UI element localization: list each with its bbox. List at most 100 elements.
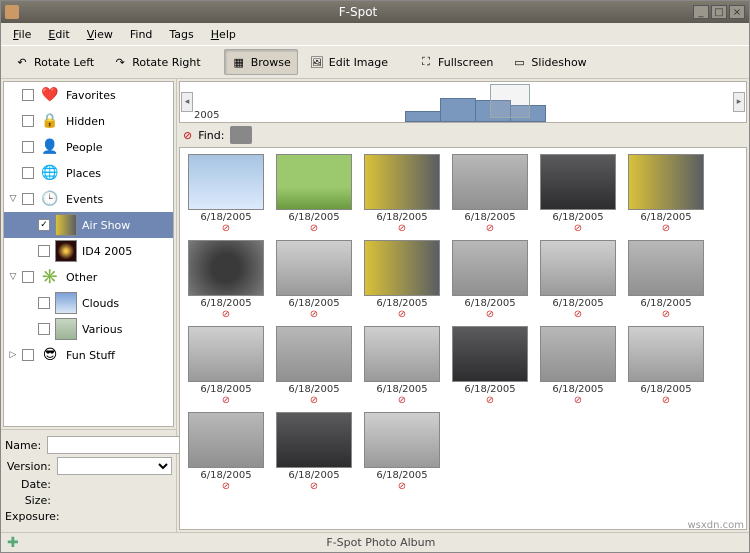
thumbnail-image[interactable] bbox=[540, 326, 616, 382]
thumbnail[interactable]: 6/18/2005⊘ bbox=[362, 326, 442, 406]
thumbnail-image[interactable] bbox=[364, 326, 440, 382]
menu-find[interactable]: Find bbox=[122, 26, 161, 43]
menubar: File Edit View Find Tags Help bbox=[1, 23, 749, 45]
thumbnail[interactable]: 6/18/2005⊘ bbox=[450, 326, 530, 406]
tag-checkbox[interactable] bbox=[38, 245, 50, 257]
close-button[interactable]: × bbox=[729, 5, 745, 19]
thumbnail[interactable]: 6/18/2005⊘ bbox=[626, 240, 706, 320]
edit-image-button[interactable]: 🖼 Edit Image bbox=[302, 49, 395, 75]
thumbnail-image[interactable] bbox=[540, 240, 616, 296]
fullscreen-button[interactable]: ⛶ Fullscreen bbox=[411, 49, 500, 75]
thumbnail[interactable]: 6/18/2005⊘ bbox=[186, 412, 266, 492]
thumbnail[interactable]: 6/18/2005⊘ bbox=[274, 326, 354, 406]
tag-row-events[interactable]: ▽🕒Events bbox=[4, 186, 173, 212]
timeline-next-button[interactable]: ▸ bbox=[733, 92, 745, 112]
thumbnail[interactable]: 6/18/2005⊘ bbox=[274, 154, 354, 234]
thumbnail-image[interactable] bbox=[188, 412, 264, 468]
thumbnail-image[interactable] bbox=[276, 154, 352, 210]
tag-tree[interactable]: ❤️Favorites🔒Hidden👤People🌐Places▽🕒Events… bbox=[3, 81, 174, 427]
timeline-bar[interactable] bbox=[440, 98, 476, 122]
thumbnail-date: 6/18/2005 bbox=[288, 470, 339, 481]
thumbnail-image[interactable] bbox=[452, 154, 528, 210]
thumbnail-image[interactable] bbox=[276, 240, 352, 296]
expander-icon[interactable]: ▽ bbox=[8, 194, 18, 204]
tag-checkbox[interactable] bbox=[22, 115, 34, 127]
browse-button[interactable]: ▦ Browse bbox=[224, 49, 298, 75]
rotate-right-button[interactable]: ↷ Rotate Right bbox=[105, 49, 207, 75]
thumbnail[interactable]: 6/18/2005⊘ bbox=[362, 154, 442, 234]
version-select[interactable] bbox=[57, 457, 172, 475]
tag-checkbox[interactable] bbox=[22, 89, 34, 101]
thumbnail-image[interactable] bbox=[452, 240, 528, 296]
rotate-left-button[interactable]: ↶ Rotate Left bbox=[7, 49, 101, 75]
tag-row-favorites[interactable]: ❤️Favorites bbox=[4, 82, 173, 108]
thumbnail-grid[interactable]: 6/18/2005⊘6/18/2005⊘6/18/2005⊘6/18/2005⊘… bbox=[179, 147, 747, 530]
menu-file[interactable]: File bbox=[5, 26, 39, 43]
thumbnail[interactable]: 6/18/2005⊘ bbox=[274, 412, 354, 492]
tag-checkbox[interactable] bbox=[22, 141, 34, 153]
add-button-icon[interactable]: ✚ bbox=[7, 535, 19, 551]
tag-row-clouds[interactable]: Clouds bbox=[4, 290, 173, 316]
thumbnail[interactable]: 6/18/2005⊘ bbox=[186, 326, 266, 406]
tag-row-air-show[interactable]: ✓Air Show bbox=[4, 212, 173, 238]
thumbnail-image[interactable] bbox=[188, 326, 264, 382]
tag-row-various[interactable]: Various bbox=[4, 316, 173, 342]
timeline-bar[interactable] bbox=[405, 111, 441, 122]
thumbnail[interactable]: 6/18/2005⊘ bbox=[362, 240, 442, 320]
thumbnail-image[interactable] bbox=[452, 326, 528, 382]
tag-row-fun-stuff[interactable]: ▷😎Fun Stuff bbox=[4, 342, 173, 368]
thumbnail[interactable]: 6/18/2005⊘ bbox=[450, 154, 530, 234]
thumbnail-image[interactable] bbox=[276, 326, 352, 382]
thumbnail[interactable]: 6/18/2005⊘ bbox=[186, 154, 266, 234]
tag-row-people[interactable]: 👤People bbox=[4, 134, 173, 160]
thumbnail[interactable]: 6/18/2005⊘ bbox=[274, 240, 354, 320]
expander-icon[interactable]: ▷ bbox=[8, 350, 18, 360]
name-input[interactable] bbox=[47, 436, 194, 454]
thumbnail[interactable]: 6/18/2005⊘ bbox=[626, 154, 706, 234]
menu-edit[interactable]: Edit bbox=[40, 26, 77, 43]
thumbnail-image[interactable] bbox=[628, 326, 704, 382]
slideshow-button[interactable]: ▭ Slideshow bbox=[504, 49, 593, 75]
tag-checkbox[interactable] bbox=[22, 193, 34, 205]
thumbnail-image[interactable] bbox=[364, 154, 440, 210]
menu-view[interactable]: View bbox=[79, 26, 121, 43]
thumbnail-image[interactable] bbox=[276, 412, 352, 468]
timeline-year: 2005 bbox=[194, 110, 219, 121]
minimize-button[interactable]: _ bbox=[693, 5, 709, 19]
maximize-button[interactable]: □ bbox=[711, 5, 727, 19]
thumbnail-image[interactable] bbox=[628, 154, 704, 210]
timeline-prev-button[interactable]: ◂ bbox=[181, 92, 193, 112]
thumbnail[interactable]: 6/18/2005⊘ bbox=[538, 154, 618, 234]
thumbnail-image[interactable] bbox=[628, 240, 704, 296]
menu-help[interactable]: Help bbox=[203, 26, 244, 43]
clear-find-icon[interactable]: ⊘ bbox=[183, 129, 192, 142]
timeline-bars[interactable] bbox=[300, 96, 580, 122]
tag-checkbox[interactable]: ✓ bbox=[38, 219, 50, 231]
thumbnail[interactable]: 6/18/2005⊘ bbox=[186, 240, 266, 320]
find-tag-icon[interactable] bbox=[230, 126, 252, 144]
tag-row-id4-2005[interactable]: ID4 2005 bbox=[4, 238, 173, 264]
timeline-selection[interactable] bbox=[490, 84, 530, 118]
tag-row-places[interactable]: 🌐Places bbox=[4, 160, 173, 186]
tag-checkbox[interactable] bbox=[22, 271, 34, 283]
expander-icon[interactable]: ▽ bbox=[8, 272, 18, 282]
tag-label: Favorites bbox=[66, 89, 169, 102]
thumbnail-image[interactable] bbox=[188, 240, 264, 296]
thumbnail[interactable]: 6/18/2005⊘ bbox=[538, 240, 618, 320]
tag-checkbox[interactable] bbox=[38, 323, 50, 335]
thumbnail-image[interactable] bbox=[364, 240, 440, 296]
thumbnail[interactable]: 6/18/2005⊘ bbox=[362, 412, 442, 492]
thumbnail[interactable]: 6/18/2005⊘ bbox=[626, 326, 706, 406]
thumbnail-image[interactable] bbox=[364, 412, 440, 468]
thumbnail-image[interactable] bbox=[540, 154, 616, 210]
tag-row-other[interactable]: ▽✳️Other bbox=[4, 264, 173, 290]
menu-tags[interactable]: Tags bbox=[161, 26, 201, 43]
tag-checkbox[interactable] bbox=[22, 167, 34, 179]
thumbnail-image[interactable] bbox=[188, 154, 264, 210]
thumbnail[interactable]: 6/18/2005⊘ bbox=[538, 326, 618, 406]
tag-checkbox[interactable] bbox=[22, 349, 34, 361]
timeline[interactable]: ◂ 2005 ▸ bbox=[179, 81, 747, 123]
thumbnail[interactable]: 6/18/2005⊘ bbox=[450, 240, 530, 320]
tag-checkbox[interactable] bbox=[38, 297, 50, 309]
tag-row-hidden[interactable]: 🔒Hidden bbox=[4, 108, 173, 134]
